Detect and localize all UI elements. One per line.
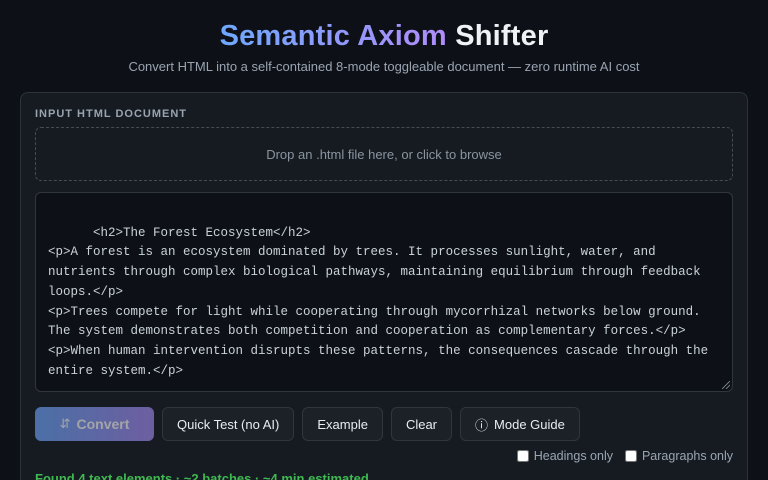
filter-options: Headings only Paragraphs only	[35, 449, 733, 463]
clear-button[interactable]: Clear	[390, 407, 453, 441]
title-rest: Shifter	[455, 20, 549, 52]
resize-handle[interactable]	[722, 381, 730, 389]
file-dropzone[interactable]: Drop an .html file here, or click to bro…	[35, 127, 733, 181]
paragraphs-only-checkbox[interactable]	[624, 450, 637, 462]
html-input-textarea[interactable]: <h2>The Forest Ecosystem</h2> <p>A fores…	[35, 192, 733, 392]
input-card: INPUT HTML DOCUMENT Drop an .html file h…	[20, 92, 748, 480]
page-subtitle: Convert HTML into a self-contained 8-mod…	[128, 59, 640, 74]
example-button[interactable]: Example	[302, 407, 383, 441]
headings-only-option[interactable]: Headings only	[516, 449, 613, 463]
header: Semantic Axiom Shifter Convert HTML into…	[0, 0, 768, 76]
page-title: Semantic Axiom Shifter	[0, 18, 768, 54]
info-icon: ⓘ	[475, 417, 489, 433]
mode-guide-button-label: Mode Guide	[494, 416, 565, 432]
convert-icon: ⇵	[59, 416, 71, 431]
convert-button[interactable]: ⇵ Convert	[35, 407, 154, 441]
clear-button-label: Clear	[405, 416, 438, 432]
dropzone-text: Drop an .html file here, or click to bro…	[266, 146, 502, 162]
status-message: Found 4 text elements · ~2 batches · ~4 …	[35, 471, 369, 480]
title-highlight: Semantic Axiom	[219, 20, 447, 52]
app-page: Semantic Axiom Shifter Convert HTML into…	[0, 0, 768, 480]
input-section-label: INPUT HTML DOCUMENT	[35, 108, 188, 120]
headings-only-checkbox[interactable]	[516, 450, 529, 462]
example-button-label: Example	[317, 416, 368, 432]
mode-guide-button[interactable]: ⓘ Mode Guide	[460, 407, 580, 441]
headings-only-label: Headings only	[533, 449, 613, 463]
quick-test-button[interactable]: Quick Test (no AI)	[162, 407, 295, 441]
paragraphs-only-option[interactable]: Paragraphs only	[624, 449, 733, 463]
paragraphs-only-label: Paragraphs only	[641, 449, 733, 463]
action-toolbar: ⇵ Convert Quick Test (no AI) Example Cle…	[35, 407, 733, 441]
html-input-value: <h2>The Forest Ecosystem</h2> <p>A fores…	[48, 225, 709, 378]
convert-button-label: Convert	[76, 416, 130, 432]
quick-test-button-label: Quick Test (no AI)	[177, 416, 280, 432]
